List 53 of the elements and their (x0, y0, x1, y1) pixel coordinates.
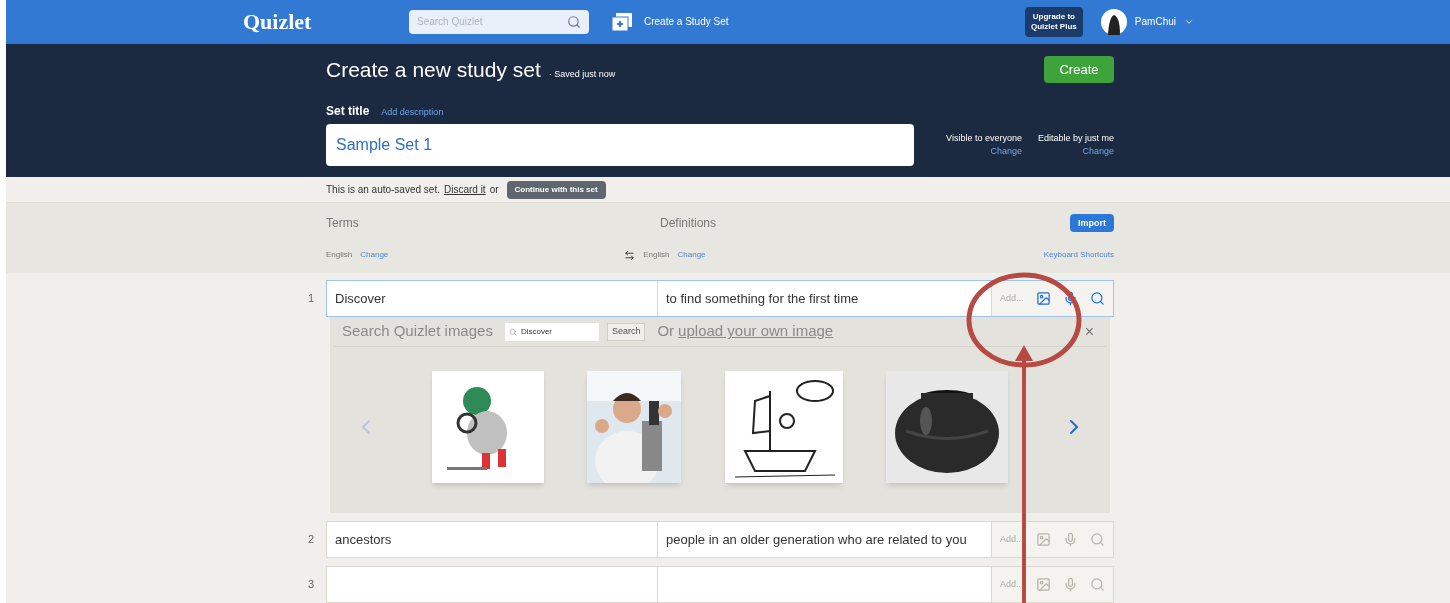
search-icon (508, 327, 517, 336)
change-language-link[interactable]: Change (677, 249, 706, 262)
keyboard-shortcuts-link[interactable]: Keyboard Shortcuts (1043, 249, 1114, 262)
user-name[interactable]: PamChui (1134, 14, 1176, 30)
saved-status: · Saved just now (548, 67, 616, 81)
close-button[interactable]: × (1084, 319, 1098, 344)
term-field[interactable]: Discover (327, 281, 658, 316)
row-number: 3 (306, 577, 315, 593)
column-heading: Definitions (660, 215, 718, 233)
add-description-link[interactable]: Add description (381, 106, 444, 120)
change-link[interactable]: Change (1082, 145, 1114, 159)
image-search-field[interactable]: Discover (504, 322, 599, 341)
discard-link[interactable]: Discard it (443, 182, 486, 198)
autosave-message: This is an auto-saved set. (326, 183, 440, 198)
upgrade-button[interactable]: Upgrade to Quizlet Plus (1024, 6, 1083, 37)
or-text: or (489, 183, 499, 198)
set-title-label: Set title (326, 103, 370, 121)
row-number: 2 (306, 532, 315, 548)
import-button[interactable]: Import (1070, 214, 1114, 233)
image-icon[interactable] (1035, 291, 1051, 306)
title-field[interactable]: Sample Set 1 (326, 124, 914, 167)
search-icon[interactable] (1089, 291, 1105, 306)
logo[interactable]: Quizlet (243, 5, 409, 39)
change-language-link[interactable]: Change (360, 249, 389, 262)
create-set-link[interactable]: Create a Study Set (612, 12, 729, 31)
add-label: Add... (1000, 577, 1024, 591)
definition-field[interactable]: people in an older generation who are related to you (658, 522, 991, 557)
term-field[interactable]: ancestors (327, 522, 658, 557)
add-label: Add... (1000, 291, 1024, 305)
language-label: English (326, 249, 353, 262)
search-icon (567, 14, 581, 29)
add-label: Add... (1000, 532, 1024, 546)
search-button[interactable]: Search (606, 322, 646, 341)
continue-button[interactable]: Continue with this set (506, 180, 606, 199)
search-icon[interactable] (1089, 532, 1105, 547)
add-set-icon (612, 12, 632, 31)
swap-icon[interactable] (624, 249, 636, 261)
language-label: English (643, 249, 670, 262)
definition-field[interactable]: to find something for the first time (658, 281, 991, 316)
permission-label: Editable by just me (1037, 131, 1114, 145)
row-number: 1 (306, 291, 315, 307)
change-link[interactable]: Change (990, 145, 1022, 159)
avatar-icon[interactable] (1100, 8, 1127, 35)
column-heading: Terms (326, 215, 360, 233)
image-icon[interactable] (1035, 532, 1051, 547)
upload-prefix: Or (657, 321, 675, 342)
page-title: Create a new study set (326, 56, 541, 83)
image-icon[interactable] (1035, 577, 1051, 592)
panel-title: Search Quizlet images (342, 321, 493, 342)
microphone-icon[interactable] (1062, 291, 1078, 306)
permission-label: Visible to everyone (946, 131, 1022, 145)
create-button[interactable]: Create (1044, 55, 1114, 83)
search-icon[interactable] (1089, 577, 1105, 592)
